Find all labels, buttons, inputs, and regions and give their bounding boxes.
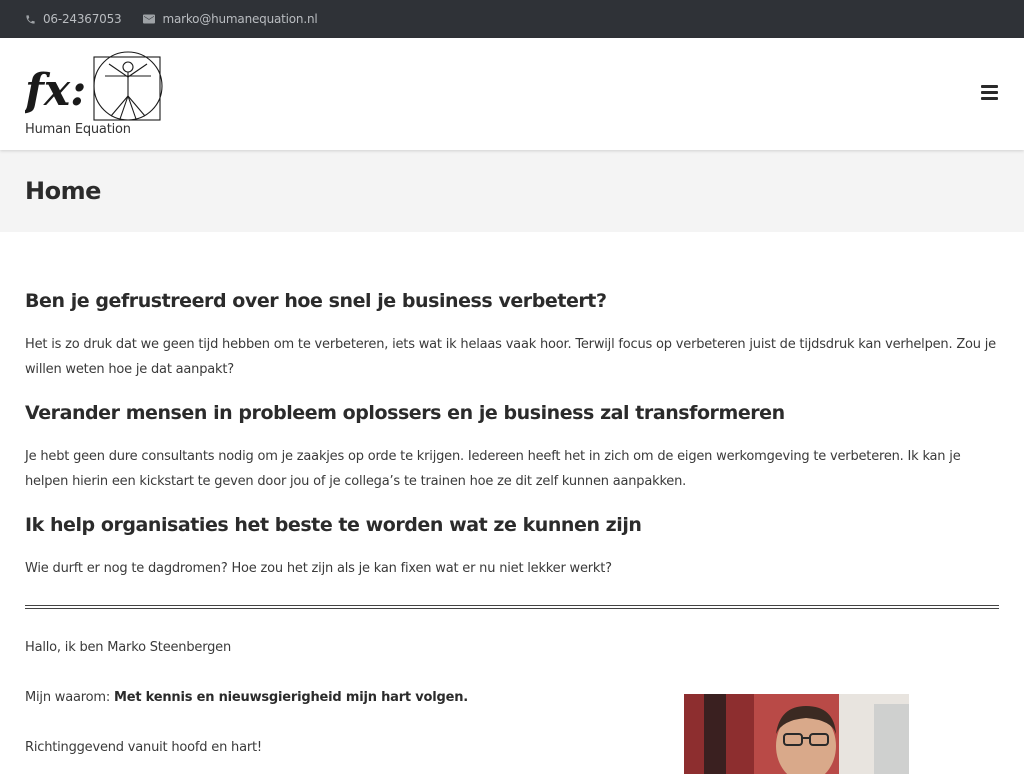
email-contact[interactable]: marko@humanequation.nl	[143, 12, 318, 26]
intro-greeting: Hallo, ik ben Marko Steenbergen	[25, 640, 231, 655]
section-body: Het is zo druk dat we geen tijd hebben o…	[25, 337, 996, 377]
section-heading: Verander mensen in probleem oplossers en…	[25, 402, 785, 424]
why-label: Mijn waarom:	[25, 690, 114, 705]
page-title: Home	[25, 177, 101, 205]
email-address: marko@humanequation.nl	[162, 12, 318, 26]
page-title-band: Home	[0, 150, 1024, 232]
content-section: Ik help organisaties het beste te worden…	[25, 512, 999, 581]
profile-photo	[684, 694, 909, 774]
content-divider	[25, 605, 999, 609]
phone-icon	[25, 14, 36, 25]
vitruvian-figure-icon	[93, 51, 163, 121]
content-section: Ben je gefrustreerd over hoe snel je bus…	[25, 288, 999, 382]
section-body: Wie durft er nog te dagdromen? Hoe zou h…	[25, 561, 612, 576]
main-content: Ben je gefrustreerd over hoe snel je bus…	[0, 232, 1024, 760]
site-header: fx: Human Equation	[0, 38, 1024, 150]
why-value: Met kennis en nieuwsgierigheid mijn hart…	[113, 690, 469, 705]
site-logo[interactable]: fx:	[22, 50, 170, 124]
phone-number: 06-24367053	[43, 12, 122, 26]
phone-contact[interactable]: 06-24367053	[25, 12, 122, 26]
section-body: Je hebt geen dure consultants nodig om j…	[25, 449, 961, 489]
section-heading: Ik help organisaties het beste te worden…	[25, 514, 642, 536]
content-section: Verander mensen in probleem oplossers en…	[25, 400, 999, 494]
section-heading: Ben je gefrustreerd over hoe snel je bus…	[25, 290, 607, 312]
top-contact-bar: 06-24367053 marko@humanequation.nl	[0, 0, 1024, 38]
hamburger-menu-icon[interactable]	[981, 85, 998, 100]
envelope-icon	[143, 14, 156, 24]
logo-fx-text: fx:	[25, 65, 86, 116]
logo-caption: Human Equation	[25, 122, 131, 137]
